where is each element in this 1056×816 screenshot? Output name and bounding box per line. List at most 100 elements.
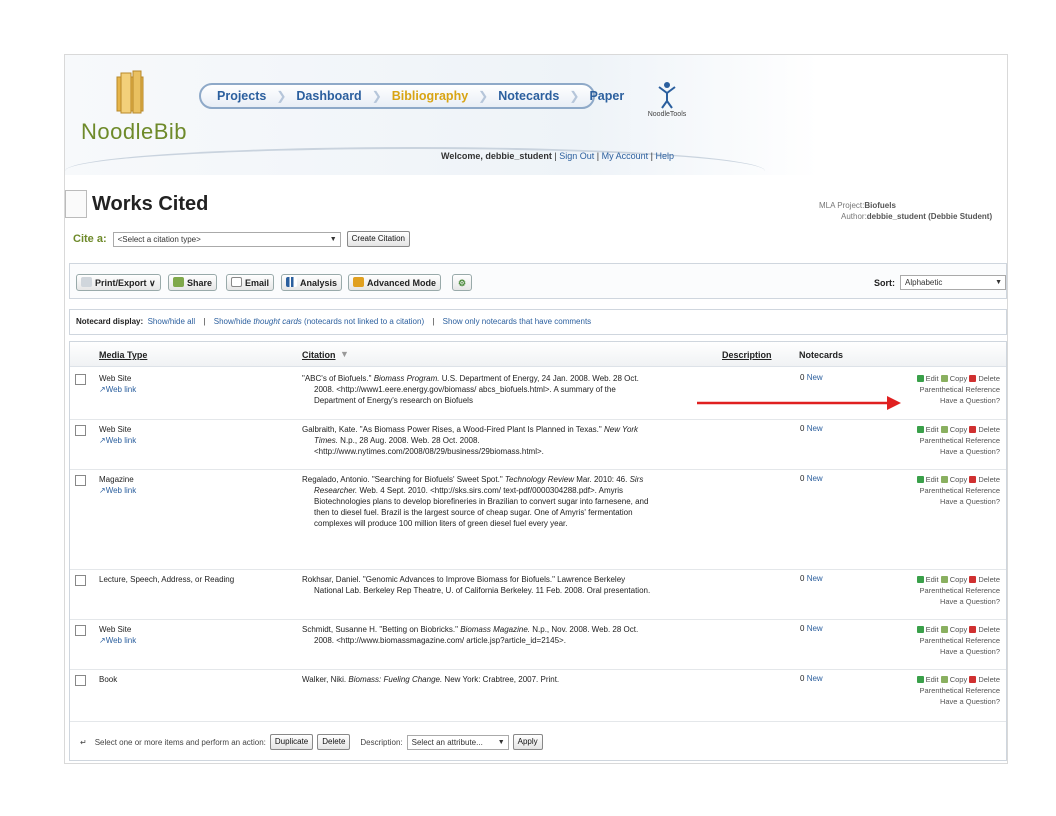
web-link[interactable]: ↗Web link: [99, 635, 136, 646]
nav-notecards[interactable]: Notecards: [490, 89, 567, 103]
copy-link[interactable]: Copy: [940, 475, 967, 484]
description-header[interactable]: Description: [722, 350, 772, 360]
description-attribute-select[interactable]: Select an attribute... ▼: [406, 734, 509, 750]
share-label: Share: [187, 278, 213, 288]
delete-link[interactable]: Delete: [969, 374, 1000, 383]
citation-text: Schmidt, Susanne H. "Betting on Biobrick…: [302, 625, 639, 645]
envelope-icon: [231, 277, 242, 287]
web-link[interactable]: ↗Web link: [99, 485, 136, 496]
delete-selected-button[interactable]: Delete: [317, 734, 351, 750]
nav-bibliography[interactable]: Bibliography: [384, 89, 476, 103]
citation-type-select[interactable]: <Select a citation type> ▼: [112, 231, 341, 247]
copy-link[interactable]: Copy: [940, 425, 967, 434]
delete-link[interactable]: Delete: [969, 675, 1000, 684]
new-notecard-link[interactable]: New: [807, 674, 823, 683]
email-button[interactable]: Email: [226, 274, 275, 291]
parenthetical-reference-link[interactable]: Parenthetical Reference: [917, 635, 1000, 646]
nav-dashboard[interactable]: Dashboard: [288, 89, 369, 103]
person-logo-icon: [658, 82, 676, 109]
author-name: debbie_student (Debbie Student): [866, 212, 993, 221]
copy-link[interactable]: Copy: [940, 675, 967, 684]
nav-separator-icon: ❯: [478, 89, 489, 103]
parenthetical-reference-link[interactable]: Parenthetical Reference: [917, 585, 1000, 596]
delete-link[interactable]: Delete: [969, 575, 1000, 584]
edit-link[interactable]: Edit: [916, 575, 939, 584]
row-checkbox[interactable]: [75, 625, 86, 636]
new-notecard-link[interactable]: New: [807, 474, 823, 483]
have-a-question-link[interactable]: Have a Question?: [917, 446, 1000, 457]
parenthetical-reference-link[interactable]: Parenthetical Reference: [917, 384, 1000, 395]
my-account-link[interactable]: My Account: [602, 151, 649, 161]
row-checkbox[interactable]: [75, 675, 86, 686]
description-attribute-value: Select an attribute...: [411, 737, 483, 747]
help-link[interactable]: Help: [655, 151, 674, 161]
row-actions: Edit Copy Delete Parenthetical Reference H…: [916, 424, 1000, 457]
have-a-question-link[interactable]: Have a Question?: [917, 646, 1000, 657]
edit-link[interactable]: Edit: [916, 425, 939, 434]
edit-link[interactable]: Edit: [916, 475, 939, 484]
row-checkbox[interactable]: [75, 374, 86, 385]
advanced-mode-button[interactable]: Advanced Mode: [348, 274, 442, 291]
copy-icon: [940, 576, 948, 583]
parenthetical-reference-link[interactable]: Parenthetical Reference: [917, 435, 1000, 446]
citation-header[interactable]: Citation: [302, 350, 336, 360]
edit-link[interactable]: Edit: [916, 374, 939, 383]
author-label: Author:: [841, 212, 867, 221]
parenthetical-reference-link[interactable]: Parenthetical Reference: [917, 485, 1000, 496]
row-actions: Edit Copy Delete Parenthetical Reference H…: [916, 474, 1000, 507]
delete-icon: [969, 426, 977, 433]
table-row: Book Walker, Niki. Biomass: Fueling Chang…: [70, 669, 1006, 722]
show-commented-notecards-link[interactable]: Show only notecards that have comments: [443, 317, 592, 326]
row-checkbox[interactable]: [75, 425, 86, 436]
delete-icon: [969, 576, 977, 583]
edit-icon: [916, 375, 924, 382]
delete-link[interactable]: Delete: [969, 625, 1000, 634]
bar-chart-icon: [286, 277, 297, 287]
delete-link[interactable]: Delete: [969, 475, 1000, 484]
share-button[interactable]: Share: [168, 274, 218, 291]
analysis-button[interactable]: Analysis: [281, 274, 343, 291]
edit-link[interactable]: Edit: [916, 675, 939, 684]
notecard-count: 0: [800, 474, 805, 483]
new-notecard-link[interactable]: New: [807, 424, 823, 433]
chevron-down-icon: ∨: [149, 278, 156, 288]
have-a-question-link[interactable]: Have a Question?: [917, 696, 1000, 707]
row-checkbox[interactable]: [75, 575, 86, 586]
delete-link[interactable]: Delete: [969, 425, 1000, 434]
media-type-value: Lecture, Speech, Address, or Reading: [99, 575, 235, 584]
copy-link[interactable]: Copy: [940, 625, 967, 634]
copy-link[interactable]: Copy: [940, 374, 967, 383]
apply-button[interactable]: Apply: [512, 734, 543, 750]
app-frame: NoodleBib Projects ❯ Dashboard ❯ Bibliog…: [64, 54, 1008, 764]
new-notecard-link[interactable]: New: [807, 373, 823, 382]
row-checkbox[interactable]: [75, 475, 86, 486]
nav-projects[interactable]: Projects: [209, 89, 274, 103]
parenthetical-reference-link[interactable]: Parenthetical Reference: [917, 685, 1000, 696]
analysis-label: Analysis: [300, 278, 338, 288]
wand-icon: [353, 277, 364, 287]
have-a-question-link[interactable]: Have a Question?: [917, 395, 1000, 406]
nav-paper[interactable]: Paper: [581, 89, 632, 103]
media-type-cell: Lecture, Speech, Address, or Reading: [99, 574, 234, 585]
external-link-icon: ↗: [99, 636, 106, 645]
create-citation-button[interactable]: Create Citation: [346, 231, 410, 247]
have-a-question-link[interactable]: Have a Question?: [917, 596, 1000, 607]
new-notecard-link[interactable]: New: [807, 574, 823, 583]
show-hide-thought-cards-link[interactable]: Show/hide thought cards (notecards not l…: [214, 317, 424, 326]
copy-icon: [940, 676, 948, 683]
print-export-button[interactable]: Print/Export ∨: [76, 274, 161, 291]
show-hide-all-link[interactable]: Show/hide all: [148, 317, 196, 326]
edit-link[interactable]: Edit: [916, 625, 939, 634]
duplicate-button[interactable]: Duplicate: [269, 734, 314, 750]
media-type-header[interactable]: Media Type: [99, 350, 147, 360]
settings-button[interactable]: ⚙: [452, 274, 472, 291]
web-link[interactable]: ↗Web link: [99, 384, 136, 395]
new-notecard-link[interactable]: New: [807, 624, 823, 633]
media-type-cell: Web Site ↗Web link: [99, 373, 136, 395]
table-row: Web Site ↗Web link Galbraith, Kate. "As Bi…: [70, 419, 1006, 470]
web-link[interactable]: ↗Web link: [99, 435, 136, 446]
copy-link[interactable]: Copy: [940, 575, 967, 584]
sort-select[interactable]: Alphabetic ▼: [900, 275, 1006, 290]
have-a-question-link[interactable]: Have a Question?: [917, 496, 1000, 507]
sign-out-link[interactable]: Sign Out: [559, 151, 594, 161]
